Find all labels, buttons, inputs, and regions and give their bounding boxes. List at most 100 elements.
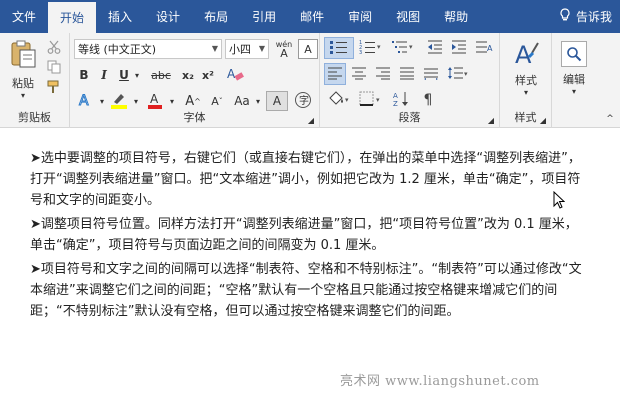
styles-icon: A: [512, 39, 540, 70]
clipboard-group: 粘贴 ▾ 剪贴板: [0, 33, 70, 128]
multilevel-list-icon: ▾: [391, 39, 415, 58]
tab-file[interactable]: 文件: [0, 0, 48, 33]
highlight-button[interactable]: [108, 91, 130, 111]
sort-button[interactable]: AZ: [390, 89, 414, 111]
strikethrough-button[interactable]: abc: [148, 65, 174, 85]
distributed-button[interactable]: [420, 63, 442, 85]
line-spacing-button[interactable]: ▾: [444, 63, 472, 85]
font-group-label: 字体: [183, 111, 206, 124]
svg-text:▾: ▾: [376, 96, 380, 104]
svg-text:Z: Z: [393, 100, 398, 107]
increase-indent-button[interactable]: [448, 37, 470, 59]
editing-button[interactable]: 编辑 ▾: [556, 37, 592, 99]
paste-button[interactable]: 粘贴 ▾: [6, 39, 40, 100]
italic-button[interactable]: I: [94, 65, 114, 85]
align-right-button[interactable]: [372, 63, 394, 85]
paragraph-dialog-launcher[interactable]: ◢: [486, 115, 496, 125]
font-group: 等线 (中文正文) ▼ 小四 ▼ wén A A B I U ▾ abc x₂ …: [70, 33, 320, 128]
tab-view[interactable]: 视图: [384, 0, 432, 33]
tab-review[interactable]: 审阅: [336, 0, 384, 33]
document-paragraph-3[interactable]: ➤项目符号和文字之间的间隔可以选择“制表符、空格和不特别标注”。“制表符”可以通…: [30, 259, 590, 322]
font-color-dropdown[interactable]: ▾: [168, 91, 176, 111]
lightbulb-icon: [559, 8, 571, 25]
dialog-launcher-icon: ◢: [307, 115, 315, 125]
tab-design[interactable]: 设计: [144, 0, 192, 33]
subscript-button[interactable]: x₂: [178, 65, 198, 85]
justify-button[interactable]: [396, 63, 418, 85]
text-effects-button[interactable]: A: [74, 91, 96, 111]
underline-button[interactable]: U: [114, 65, 134, 85]
tab-mailings[interactable]: 邮件: [288, 0, 336, 33]
tell-me-button[interactable]: 告诉我: [549, 8, 620, 25]
tab-insert[interactable]: 插入: [96, 0, 144, 33]
caret-down-icon: ˇ: [218, 96, 223, 106]
enclose-characters-button[interactable]: 字: [292, 91, 314, 111]
font-dialog-launcher[interactable]: ◢: [306, 115, 316, 125]
chevron-down-icon: ▼: [211, 44, 218, 53]
increase-indent-icon: [451, 39, 467, 58]
chevron-down-icon: ▾: [134, 70, 139, 80]
align-center-button[interactable]: [348, 63, 370, 85]
document-page[interactable]: ➤选中要调整的项目符号，右键它们（或直接右键它们），在弹出的菜单中选择“调整列表…: [0, 128, 620, 400]
chevron-down-icon: ▾: [255, 96, 260, 106]
format-painter-button[interactable]: [44, 79, 64, 97]
tab-references[interactable]: 引用: [240, 0, 288, 33]
tab-help[interactable]: 帮助: [432, 0, 480, 33]
character-border-icon: A: [304, 42, 312, 56]
font-color-button[interactable]: A: [144, 91, 166, 111]
decrease-indent-button[interactable]: [424, 37, 446, 59]
styles-label: 样式: [515, 74, 537, 87]
brush-icon: [47, 80, 61, 97]
cut-button[interactable]: [44, 39, 64, 57]
editing-group: 编辑 ▾: [552, 33, 596, 128]
watermark: 亮术网 www.liangshunet.com: [340, 374, 540, 389]
tab-home[interactable]: 开始: [48, 0, 97, 33]
paste-icon: [9, 39, 37, 72]
svg-text:▾: ▾: [345, 96, 349, 104]
font-name-select[interactable]: 等线 (中文正文) ▼: [74, 39, 222, 59]
svg-text:▾: ▾: [377, 43, 381, 51]
numbering-button[interactable]: 1 2 3 ▾: [356, 37, 386, 59]
chevron-down-icon: ▼: [258, 44, 265, 53]
svg-text:A: A: [150, 92, 159, 106]
change-case-dropdown[interactable]: ▾: [254, 91, 262, 111]
collapse-ribbon-button[interactable]: ^: [604, 113, 616, 125]
character-shading-button[interactable]: A: [266, 91, 288, 111]
highlight-dropdown[interactable]: ▾: [132, 91, 140, 111]
align-left-button[interactable]: [324, 63, 346, 85]
font-size-select[interactable]: 小四 ▼: [225, 39, 269, 59]
grow-font-button[interactable]: A ^: [182, 91, 204, 111]
clear-formatting-button[interactable]: A: [220, 65, 250, 85]
font-name-value: 等线 (中文正文): [78, 43, 157, 56]
dialog-launcher-icon: ◢: [487, 115, 495, 125]
superscript-button[interactable]: x²: [198, 65, 218, 85]
show-marks-button[interactable]: ¶: [416, 89, 440, 111]
tab-layout[interactable]: 布局: [192, 0, 240, 33]
tell-me-label: 告诉我: [575, 10, 612, 24]
copy-button[interactable]: [44, 59, 64, 77]
bullets-button[interactable]: [324, 37, 354, 59]
paragraph-group: 1 2 3 ▾ ▾ A ▾ ▾ ▾ A Z ¶ 段落 ◢: [320, 33, 500, 128]
bold-button[interactable]: B: [74, 65, 94, 85]
text-effects-dropdown[interactable]: ▾: [98, 91, 106, 111]
multilevel-list-button[interactable]: ▾: [388, 37, 418, 59]
align-left-icon: [327, 66, 343, 83]
underline-dropdown[interactable]: ▾: [132, 65, 142, 85]
svg-text:A: A: [227, 67, 236, 81]
chevron-down-icon: ▾: [133, 96, 138, 106]
phonetic-guide-button[interactable]: wén A: [273, 37, 295, 61]
paste-label: 粘贴: [12, 76, 34, 90]
ribbon-tab-bar: 文件 开始 插入 设计 布局 引用 邮件 审阅 视图 帮助 告诉我: [0, 0, 620, 33]
document-paragraph-2[interactable]: ➤调整项目符号位置。同样方法打开“调整列表缩进量”窗口，把“项目符号位置”改为 …: [30, 214, 590, 256]
change-case-button[interactable]: Aa: [230, 91, 254, 111]
borders-button[interactable]: ▾: [356, 89, 386, 111]
chevron-down-icon: ▾: [99, 96, 104, 106]
styles-button[interactable]: A 样式 ▾: [504, 37, 548, 99]
character-border-button[interactable]: A: [298, 39, 318, 59]
styles-dialog-launcher[interactable]: ◢: [538, 115, 548, 125]
chinese-layout-icon: A: [475, 39, 493, 58]
chinese-layout-button[interactable]: A: [472, 37, 496, 59]
shading-button[interactable]: ▾: [324, 89, 354, 111]
document-paragraph-1[interactable]: ➤选中要调整的项目符号，右键它们（或直接右键它们），在弹出的菜单中选择“调整列表…: [30, 148, 590, 211]
shrink-font-button[interactable]: Aˇ: [206, 91, 228, 111]
